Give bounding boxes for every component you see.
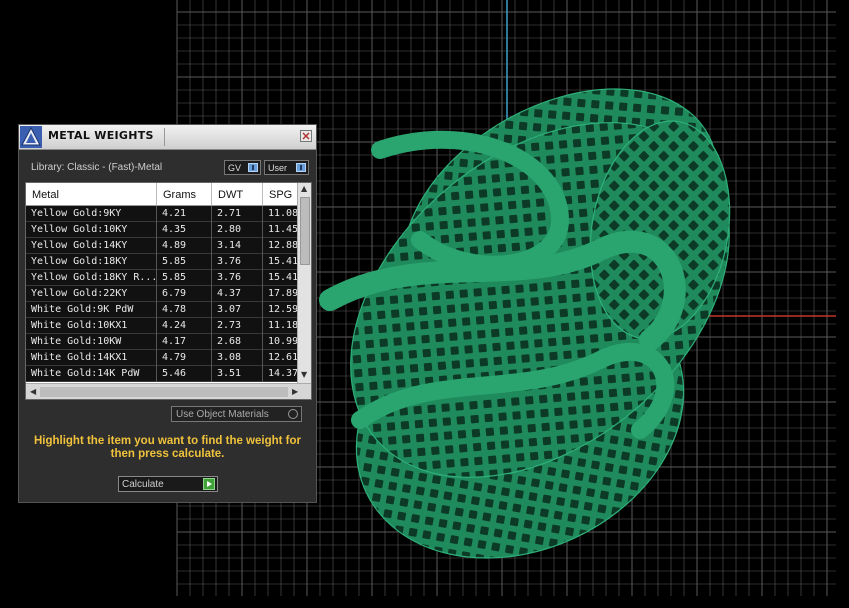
table-row[interactable]: Yellow Gold:9KY 4.21 2.71 11.08 <box>26 206 297 222</box>
dwt-cell: 3.76 <box>212 254 263 270</box>
table-row[interactable]: Yellow Gold:18KY R... 5.85 3.76 15.41 <box>26 270 297 286</box>
radio-icon <box>288 409 298 419</box>
spg-cell: 12.61 <box>268 352 297 363</box>
dwt-cell: 2.80 <box>212 222 263 238</box>
grams-cell: 5.46 <box>157 366 212 382</box>
close-button[interactable] <box>300 130 312 142</box>
vertical-scroll-thumb[interactable] <box>300 197 310 265</box>
table-body: Yellow Gold:9KY 4.21 2.71 11.08 Yellow Gold… <box>26 206 297 382</box>
metal-cell: Yellow Gold:9KY <box>26 206 157 222</box>
metal-cell: Yellow Gold:14KY <box>26 238 157 254</box>
vertical-scrollbar[interactable]: ▲ ▼ <box>297 183 311 383</box>
scroll-left-icon[interactable]: ◀ <box>30 387 36 396</box>
column-header-grams[interactable]: Grams <box>157 183 212 205</box>
metal-cell: Yellow Gold:22KY <box>26 286 157 302</box>
play-icon <box>203 478 215 490</box>
gv-toggle-label: GV <box>228 163 242 173</box>
spg-cell: 12.59 <box>268 304 297 315</box>
metal-cell: Yellow Gold:18KY <box>26 254 157 270</box>
dwt-cell: 3.08 <box>212 350 263 366</box>
dwt-cell: 3.07 <box>212 302 263 318</box>
table-row[interactable]: White Gold:10KX1 4.24 2.73 11.18 <box>26 318 297 334</box>
spg-cell: 11.45 <box>268 224 297 235</box>
metal-cell: Yellow Gold:10KY <box>26 222 157 238</box>
dwt-cell: 2.73 <box>212 318 263 334</box>
app-logo-icon <box>20 126 42 148</box>
dwt-cell: 2.68 <box>212 334 263 350</box>
metal-cell: White Gold:14KX1 <box>26 350 157 366</box>
grams-cell: 5.85 <box>157 270 212 286</box>
spg-cell: 12.88 <box>268 240 297 251</box>
scroll-right-icon[interactable]: ▶ <box>292 387 298 396</box>
gv-toggle[interactable]: GV <box>224 160 261 175</box>
dwt-cell: 3.51 <box>212 366 263 382</box>
table-row[interactable]: White Gold:10KW 4.17 2.68 10.99 <box>26 334 297 350</box>
use-object-materials-label: Use Object Materials <box>176 409 269 420</box>
metal-cell: White Gold:9K PdW <box>26 302 157 318</box>
horizontal-scroll-track[interactable] <box>40 387 288 397</box>
use-object-materials-option[interactable]: Use Object Materials <box>171 406 302 422</box>
table-row[interactable]: White Gold:14KX1 4.79 3.08 12.61 <box>26 350 297 366</box>
ring-model[interactable] <box>282 36 798 608</box>
panel-title: METAL WEIGHTS <box>48 129 154 142</box>
table-row[interactable]: Yellow Gold:14KY 4.89 3.14 12.88 <box>26 238 297 254</box>
metal-cell: White Gold:14K PdW <box>26 366 157 382</box>
calculate-button[interactable]: Calculate <box>118 476 218 492</box>
table-row[interactable]: Yellow Gold:10KY 4.35 2.80 11.45 <box>26 222 297 238</box>
grams-cell: 4.35 <box>157 222 212 238</box>
spg-cell: 17.89 <box>268 288 297 299</box>
grams-cell: 4.79 <box>157 350 212 366</box>
grams-cell: 6.79 <box>157 286 212 302</box>
panel-titlebar[interactable]: METAL WEIGHTS <box>19 125 316 150</box>
dwt-cell: 4.37 <box>212 286 263 302</box>
grams-cell: 4.17 <box>157 334 212 350</box>
scroll-up-icon[interactable]: ▲ <box>301 184 307 193</box>
dwt-cell: 3.14 <box>212 238 263 254</box>
column-header-spg[interactable]: SPG <box>263 183 297 205</box>
scroll-down-icon[interactable]: ▼ <box>301 370 307 379</box>
table-row[interactable]: White Gold:14K PdW 5.46 3.51 14.37 <box>26 366 297 382</box>
metal-cell: White Gold:10KW <box>26 334 157 350</box>
user-toggle-label: User <box>268 163 288 173</box>
grams-cell: 4.89 <box>157 238 212 254</box>
metal-weights-panel: METAL WEIGHTS Library: Classic - (Fast)-… <box>18 124 317 503</box>
library-label: Library: Classic - (Fast)-Metal <box>31 162 163 173</box>
dwt-cell: 2.71 <box>212 206 263 222</box>
grams-cell: 4.21 <box>157 206 212 222</box>
title-divider <box>164 128 165 146</box>
horizontal-scrollbar[interactable]: ◀ ▶ <box>26 383 311 399</box>
table-header: Metal Grams DWT SPG <box>26 183 297 206</box>
toggle-switch-icon <box>296 163 306 172</box>
spg-cell: 10.99 <box>268 336 297 347</box>
calculate-label: Calculate <box>122 479 164 490</box>
spg-cell: 15.41 <box>268 256 297 267</box>
spg-cell: 11.18 <box>268 320 297 331</box>
table-row[interactable]: White Gold:9K PdW 4.78 3.07 12.59 <box>26 302 297 318</box>
user-toggle[interactable]: User <box>264 160 309 175</box>
spg-cell: 11.08 <box>268 208 297 219</box>
grams-cell: 4.24 <box>157 318 212 334</box>
metal-cell: Yellow Gold:18KY R... <box>26 270 157 286</box>
spg-cell: 14.37 <box>268 368 297 379</box>
grams-cell: 5.85 <box>157 254 212 270</box>
table-row[interactable]: Yellow Gold:22KY 6.79 4.37 17.89 <box>26 286 297 302</box>
grams-cell: 4.78 <box>157 302 212 318</box>
spg-cell: 15.41 <box>268 272 297 283</box>
instructions-text: Highlight the item you want to find the … <box>33 435 302 460</box>
metal-table: Metal Grams DWT SPG Yellow Gold:9KY 4.21 2… <box>25 182 312 400</box>
table-row[interactable]: Yellow Gold:18KY 5.85 3.76 15.41 <box>26 254 297 270</box>
dwt-cell: 3.76 <box>212 270 263 286</box>
toggle-switch-icon <box>248 163 258 172</box>
column-header-dwt[interactable]: DWT <box>212 183 263 205</box>
column-header-metal[interactable]: Metal <box>26 183 157 205</box>
metal-cell: White Gold:10KX1 <box>26 318 157 334</box>
